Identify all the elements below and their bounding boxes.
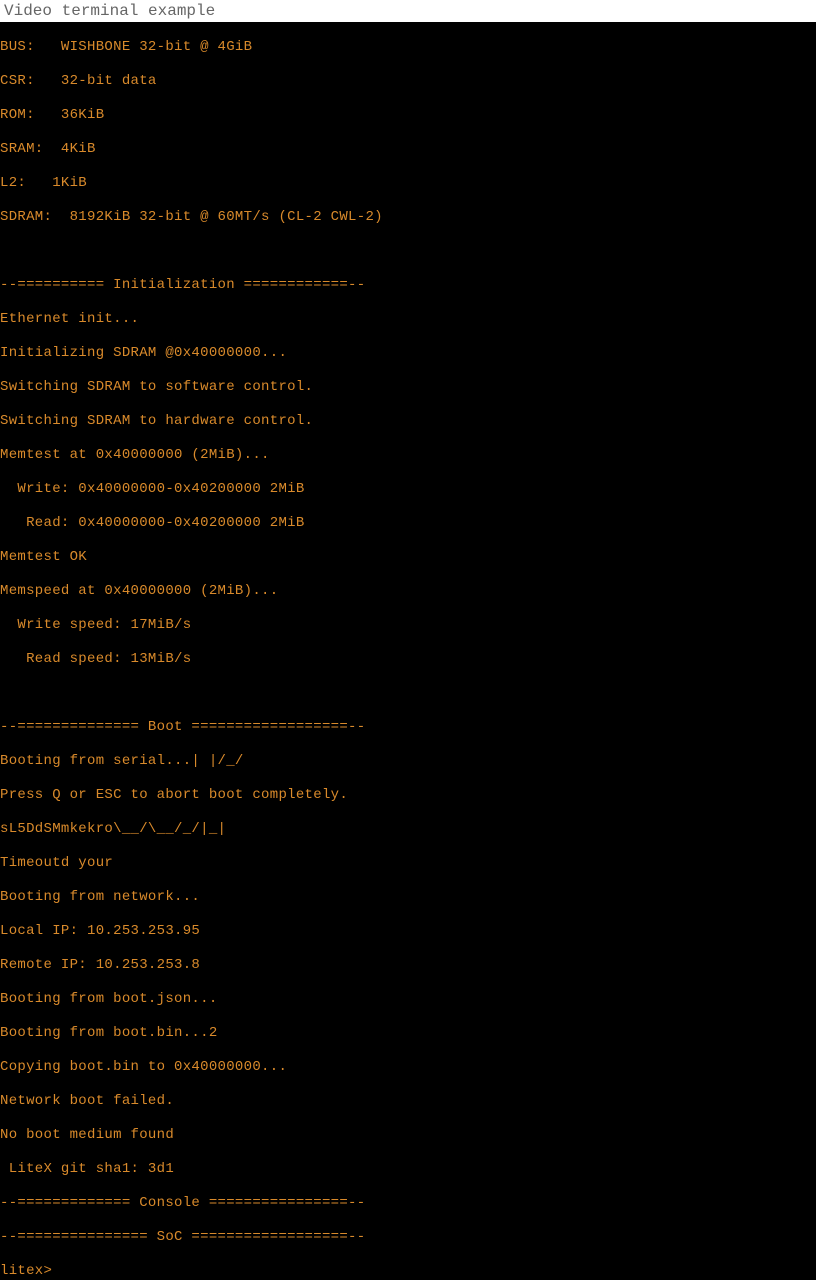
terminal-line: Timeoutd your [0, 855, 816, 872]
terminal-line: Memtest OK [0, 549, 816, 566]
terminal-line: Booting from network... [0, 889, 816, 906]
terminal-line: Copying boot.bin to 0x40000000... [0, 1059, 816, 1076]
window-title: Video terminal example [0, 0, 820, 22]
shell-prompt: litex> [0, 1263, 61, 1279]
terminal-line: Memtest at 0x40000000 (2MiB)... [0, 447, 816, 464]
terminal-line [0, 685, 816, 702]
terminal-line: Network boot failed. [0, 1093, 816, 1110]
terminal-line: No boot medium found [0, 1127, 816, 1144]
terminal-screen[interactable]: BUS: WISHBONE 32-bit @ 4GiB CSR: 32-bit … [0, 22, 816, 1280]
terminal-line: Read: 0x40000000-0x40200000 2MiB [0, 515, 816, 532]
terminal-line [0, 243, 816, 260]
terminal-line: Booting from boot.bin...2 [0, 1025, 816, 1042]
terminal-line: --=============== SoC ==================… [0, 1229, 816, 1246]
terminal-line: SRAM: 4KiB [0, 141, 816, 158]
terminal-line: L2: 1KiB [0, 175, 816, 192]
terminal-line: Write: 0x40000000-0x40200000 2MiB [0, 481, 816, 498]
terminal-line: sL5DdSMmkekro\__/\__/_/|_| [0, 821, 816, 838]
terminal-line: CSR: 32-bit data [0, 73, 816, 90]
terminal-line: Initializing SDRAM @0x40000000... [0, 345, 816, 362]
terminal-line: Write speed: 17MiB/s [0, 617, 816, 634]
terminal-line: SDRAM: 8192KiB 32-bit @ 60MT/s (CL-2 CWL… [0, 209, 816, 226]
terminal-line: Local IP: 10.253.253.95 [0, 923, 816, 940]
terminal-line: Memspeed at 0x40000000 (2MiB)... [0, 583, 816, 600]
terminal-line: Booting from serial...| |/_/ [0, 753, 816, 770]
prompt-line[interactable]: litex> [0, 1263, 816, 1280]
terminal-line: LiteX git sha1: 3d1 [0, 1161, 816, 1178]
terminal-line: --============= Console ================… [0, 1195, 816, 1212]
terminal-line: BUS: WISHBONE 32-bit @ 4GiB [0, 39, 816, 56]
terminal-line: Press Q or ESC to abort boot completely. [0, 787, 816, 804]
terminal-line: Read speed: 13MiB/s [0, 651, 816, 668]
terminal-line: Remote IP: 10.253.253.8 [0, 957, 816, 974]
terminal-line: --========== Initialization ============… [0, 277, 816, 294]
terminal-line: Switching SDRAM to hardware control. [0, 413, 816, 430]
terminal-line: Switching SDRAM to software control. [0, 379, 816, 396]
terminal-line: Ethernet init... [0, 311, 816, 328]
terminal-line: Booting from boot.json... [0, 991, 816, 1008]
terminal-line: --============== Boot ==================… [0, 719, 816, 736]
terminal-line: ROM: 36KiB [0, 107, 816, 124]
